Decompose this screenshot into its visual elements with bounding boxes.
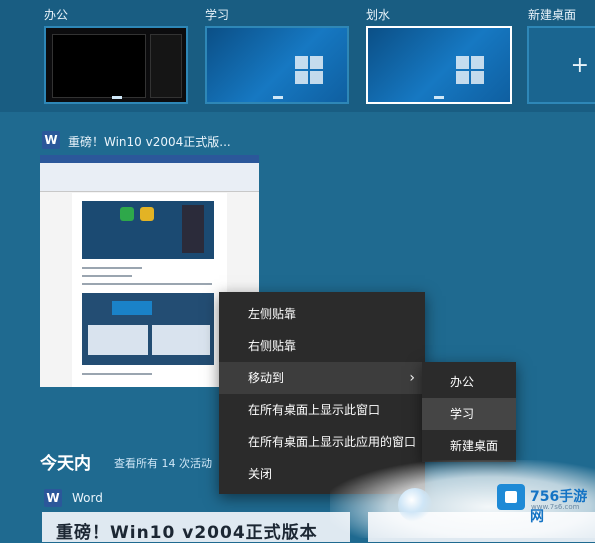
window-thumb [52, 34, 146, 98]
watermark-url: www.7s6.com [531, 503, 580, 511]
word-app-icon: W [44, 489, 62, 507]
watermark-logo-icon [497, 484, 525, 510]
menu-item-snap-left[interactable]: 左侧贴靠 [219, 298, 425, 330]
desktop-thumbnail-1[interactable] [44, 26, 188, 104]
see-all-activities-link[interactable]: 查看所有 14 次活动 [114, 455, 212, 471]
menu-item-show-window-all-desktops[interactable]: 在所有桌面上显示此窗口 [219, 394, 425, 426]
desktop-label-3: 划水 [366, 8, 391, 22]
menu-item-label: 移动到 [248, 371, 285, 385]
taskbar-indicator [112, 96, 122, 99]
text-line [82, 275, 132, 277]
document-screenshot [82, 201, 214, 259]
ribbon-toolbar [40, 163, 259, 192]
word-app-icon: W [42, 131, 60, 149]
menu-item-show-app-windows-all-desktops[interactable]: 在所有桌面上显示此应用的窗口 [219, 426, 425, 458]
desktop-thumbnail-3[interactable] [366, 26, 512, 104]
ribbon-titlebar [40, 155, 259, 163]
submenu-item-study[interactable]: 学习 [422, 398, 516, 430]
chevron-right-icon: › [409, 370, 415, 386]
menu-item-move-to[interactable]: 移动到 › [219, 362, 425, 394]
move-to-submenu: 办公 学习 新建桌面 [422, 362, 516, 462]
text-line [82, 283, 212, 285]
windows-logo-icon [456, 56, 486, 86]
plus-icon: + [570, 53, 589, 78]
window-title: 重磅！Win10 v2004正式版... [68, 135, 231, 149]
taskbar-indicator [434, 96, 444, 99]
virtual-desktops-bar: 办公 学习 划水 新建桌面 + [0, 0, 595, 112]
text-line [82, 373, 152, 375]
windows-logo-icon [295, 56, 325, 86]
submenu-item-new-desktop[interactable]: 新建桌面 [422, 430, 516, 462]
text-line [82, 267, 142, 269]
document-page [72, 193, 227, 387]
document-screenshot [82, 293, 214, 365]
new-desktop-label: 新建桌面 [528, 8, 577, 22]
submenu-item-office[interactable]: 办公 [422, 366, 516, 398]
timeline-heading: 今天内 [40, 454, 91, 474]
timeline-card-app-name: Word [72, 491, 103, 505]
windows-orb-icon [398, 488, 432, 522]
timeline-card-title: 重磅！Win10 v2004正式版本 [56, 523, 318, 543]
desktop-label-2: 学习 [205, 8, 230, 22]
window-thumb [150, 34, 182, 98]
desktop-thumbnail-2[interactable] [205, 26, 349, 104]
taskbar-indicator [273, 96, 283, 99]
menu-item-snap-right[interactable]: 右侧贴靠 [219, 330, 425, 362]
new-desktop-button[interactable]: + [527, 26, 595, 104]
desktop-label-1: 办公 [44, 8, 69, 22]
